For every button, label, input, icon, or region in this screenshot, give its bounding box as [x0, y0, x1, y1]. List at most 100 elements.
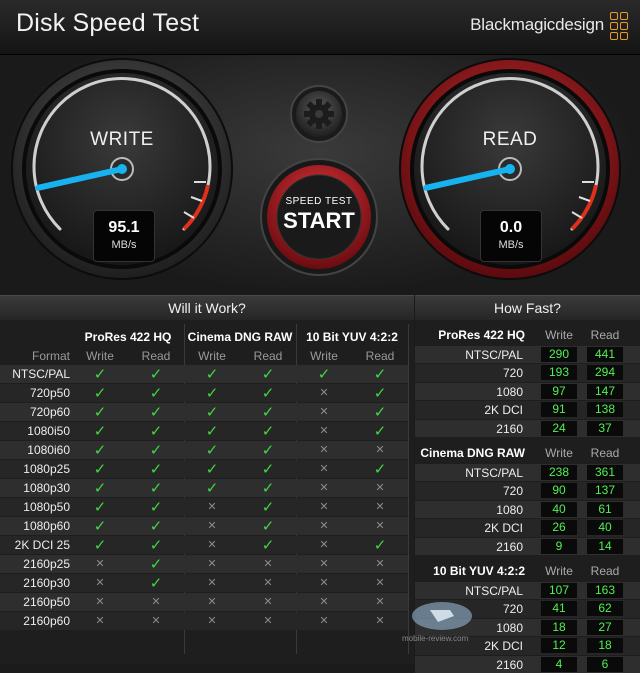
row-format-label: 2160p60 — [23, 614, 70, 628]
read-speed-cell: 137 — [587, 483, 623, 499]
cross-icon: ✕ — [319, 539, 329, 551]
table-row: NTSC/PAL ✓ ✓ ✓ ✓ ✓ ✓ — [0, 365, 408, 383]
check-icon: ✓ — [149, 366, 163, 383]
table-row: 2K DCI 91 138 — [415, 401, 640, 419]
table-row: 1080p60 ✓ ✓ ✕ ✓ ✕ ✕ — [0, 517, 408, 535]
check-icon: ✓ — [93, 442, 107, 459]
check-icon: ✓ — [149, 575, 163, 592]
app-title: Disk Speed Test — [16, 9, 200, 37]
read-speed-cell: 294 — [587, 365, 623, 381]
cross-icon: ✕ — [319, 387, 329, 399]
cross-icon: ✕ — [207, 501, 217, 513]
read-speed-cell: 61 — [587, 501, 623, 517]
table-row: 1080p25 ✓ ✓ ✓ ✓ ✕ ✓ — [0, 460, 408, 478]
check-icon: ✓ — [149, 537, 163, 554]
cross-icon: ✕ — [207, 615, 217, 627]
write-column-header: Write — [198, 349, 226, 363]
speed-group-header: ProRes 422 HQ — [438, 328, 525, 342]
row-format-label: NTSC/PAL — [465, 348, 523, 362]
write-readout: 95.1 MB/s — [93, 210, 155, 262]
check-icon: ✓ — [149, 423, 163, 440]
check-icon: ✓ — [149, 556, 163, 573]
cross-icon: ✕ — [207, 596, 217, 608]
write-speed-cell: 238 — [541, 465, 577, 480]
cross-icon: ✕ — [207, 520, 217, 532]
format-group-header: 10 Bit YUV 4:2:2 — [306, 330, 398, 344]
table-row: 720 90 137 — [415, 482, 640, 500]
write-speed-cell: 290 — [541, 347, 577, 362]
brand-name: Blackmagicdesign — [470, 15, 604, 34]
cross-icon: ✕ — [319, 501, 329, 513]
check-icon: ✓ — [93, 480, 107, 497]
cross-icon: ✕ — [95, 615, 105, 627]
table-row: NTSC/PAL 290 441 — [415, 346, 640, 364]
write-speed-cell: 193 — [541, 365, 577, 381]
write-column-header: Write — [86, 349, 114, 363]
row-format-label: 720p60 — [29, 405, 70, 419]
read-column-header: Read — [365, 349, 395, 363]
check-icon: ✓ — [149, 499, 163, 516]
table-row: 2160 24 37 — [415, 419, 640, 437]
row-format-label: 1080 — [496, 502, 523, 517]
row-format-label: 2K DCI — [484, 403, 523, 418]
check-icon: ✓ — [317, 366, 331, 383]
cross-icon: ✕ — [375, 520, 385, 532]
row-format-label: 1080 — [496, 384, 523, 399]
check-icon: ✓ — [261, 385, 275, 402]
write-column-header: Write — [310, 349, 338, 363]
table-row: 2160p50 ✕ ✕ ✕ ✕ ✕ ✕ — [0, 593, 408, 611]
speed-group-header: 10 Bit YUV 4:2:2 — [433, 564, 525, 578]
speed-group-header: Cinema DNG RAW — [420, 446, 525, 460]
write-speed-cell: 24 — [541, 420, 577, 436]
row-format-label: 2160p30 — [23, 576, 70, 590]
write-speed-value: 95.1 — [108, 219, 140, 236]
table-row: 720 193 294 — [415, 364, 640, 382]
row-format-label: 1080i60 — [27, 443, 70, 457]
table-row: 2160p60 ✕ ✕ ✕ ✕ ✕ ✕ — [0, 612, 408, 630]
check-icon: ✓ — [373, 404, 387, 421]
check-icon: ✓ — [205, 442, 219, 459]
check-icon: ✓ — [149, 518, 163, 535]
cross-icon: ✕ — [375, 501, 385, 513]
table-row: 2160p30 ✕ ✓ ✕ ✕ ✕ ✕ — [0, 574, 408, 592]
row-format-label: 720 — [502, 366, 523, 381]
write-gauge-label: WRITE — [90, 129, 154, 150]
cross-icon: ✕ — [263, 577, 273, 589]
check-icon: ✓ — [149, 442, 163, 459]
row-format-label: 2160p25 — [23, 557, 70, 571]
write-speed-cell: 9 — [541, 538, 577, 554]
read-column-header: Read — [253, 349, 283, 363]
cross-icon: ✕ — [207, 558, 217, 570]
read-speed-cell: 27 — [587, 619, 623, 635]
write-speed-unit: MB/s — [111, 239, 137, 251]
table-row: 2160 9 14 — [415, 537, 640, 555]
title-bar: Disk Speed Test Blackmagicdesign — [0, 0, 640, 55]
row-format-label: 720 — [502, 484, 523, 499]
read-speed-cell: 163 — [587, 583, 623, 598]
cross-icon: ✕ — [95, 596, 105, 608]
table-row: 720p60 ✓ ✓ ✓ ✓ ✕ ✓ — [0, 403, 408, 421]
check-icon: ✓ — [261, 499, 275, 516]
read-speed-cell: 40 — [587, 520, 623, 536]
settings-button[interactable] — [293, 88, 345, 140]
check-icon: ✓ — [149, 480, 163, 497]
check-icon: ✓ — [261, 442, 275, 459]
check-icon: ✓ — [205, 461, 219, 478]
cross-icon: ✕ — [319, 425, 329, 437]
check-icon: ✓ — [261, 480, 275, 497]
cross-icon: ✕ — [375, 615, 385, 627]
read-speed-cell: 441 — [587, 347, 623, 362]
read-speed-cell: 147 — [587, 383, 623, 399]
check-icon: ✓ — [261, 366, 275, 383]
row-format-label: 1080p50 — [23, 500, 70, 514]
cross-icon: ✕ — [95, 558, 105, 570]
write-speed-cell: 40 — [541, 501, 577, 517]
cross-icon: ✕ — [319, 482, 329, 494]
check-icon: ✓ — [373, 385, 387, 402]
read-speed-cell: 18 — [587, 638, 623, 654]
row-format-label: 2160p50 — [23, 595, 70, 609]
check-icon: ✓ — [93, 537, 107, 554]
start-button[interactable]: SPEED TEST START — [262, 160, 376, 274]
table-row: NTSC/PAL 238 361 — [415, 464, 640, 482]
check-icon: ✓ — [205, 423, 219, 440]
